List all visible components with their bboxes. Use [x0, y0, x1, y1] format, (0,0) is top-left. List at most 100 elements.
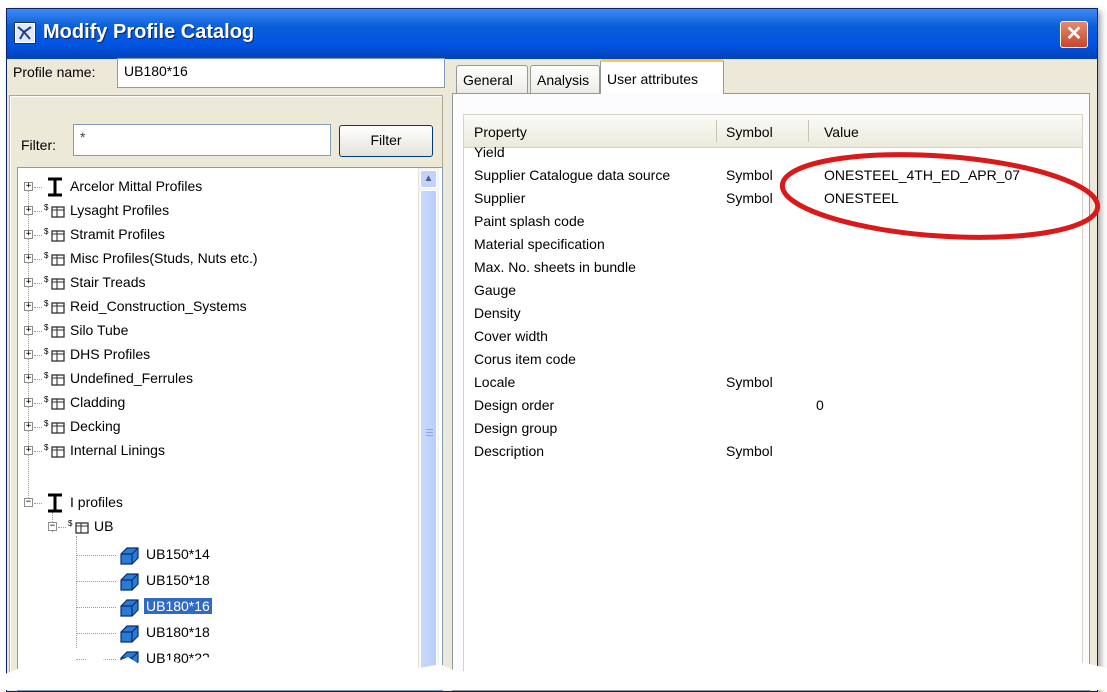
expand-icon[interactable]: + [24, 326, 33, 335]
attr-value[interactable]: 0 [816, 394, 824, 417]
expand-icon[interactable]: + [24, 230, 33, 239]
attr-property[interactable]: Locale [474, 371, 515, 394]
expand-icon[interactable]: + [24, 350, 33, 359]
attr-property[interactable]: Supplier Catalogue data source [474, 164, 670, 187]
tree-node-ub150-18[interactable]: UB150*18 [18, 570, 418, 594]
attr-property[interactable]: Design order [474, 394, 554, 417]
attr-property[interactable]: Supplier [474, 187, 525, 210]
tree-node-label: UB180*18 [146, 624, 210, 640]
folder-icon: $ [44, 251, 65, 266]
tree-node-misc-profiles[interactable]: + $ Misc Profiles(Studs, Nuts etc.) [18, 248, 418, 272]
tree-node-arcelor-mittal-profiles[interactable]: + Arcelor Mittal Profiles [18, 176, 418, 200]
attr-symbol[interactable]: Symbol [726, 164, 773, 187]
profile-block-icon [120, 573, 139, 591]
tree-node-i-profiles[interactable]: − I profiles [18, 492, 418, 516]
tree-node-label: Cladding [70, 394, 126, 410]
attr-property[interactable]: Max. No. sheets in bundle [474, 256, 636, 279]
attr-property[interactable]: Corus item code [474, 348, 576, 371]
tree-node-decking[interactable]: + $ Decking [18, 416, 418, 440]
expand-icon[interactable]: + [24, 254, 33, 263]
tree-node-stair-treads[interactable]: + $ Stair Treads [18, 272, 418, 296]
tree-scrollbar[interactable]: ▲ [418, 168, 439, 690]
expand-icon[interactable]: + [24, 278, 33, 287]
profile-block-icon [120, 651, 139, 669]
folder-icon: $ [44, 443, 65, 458]
tree-node-reid-construction-systems[interactable]: + $ Reid_Construction_Systems [18, 296, 418, 320]
folder-icon: $ [44, 347, 65, 362]
svg-text:$: $ [44, 323, 49, 332]
svg-text:$: $ [44, 227, 49, 236]
collapse-icon[interactable]: − [24, 498, 33, 507]
filter-label: Filter: [21, 137, 56, 153]
filter-input[interactable]: * [73, 124, 331, 156]
filter-button[interactable]: Filter [339, 125, 433, 157]
tree-node-lysaght-profiles[interactable]: + $ Lysaght Profiles [18, 200, 418, 224]
attr-property[interactable]: Material specification [474, 233, 605, 256]
attr-property[interactable]: Yield [474, 141, 505, 164]
attr-value[interactable]: ONESTEEL [824, 187, 899, 210]
attr-property[interactable]: Design group [474, 417, 557, 440]
i-beam-icon [48, 493, 62, 513]
attributes-grid[interactable]: Property Symbol Value Yield Supplier Cat… [463, 114, 1083, 690]
tree-node-internal-linings[interactable]: + $ Internal Linings [18, 440, 418, 464]
svg-text:$: $ [44, 347, 49, 356]
tree-node-cladding[interactable]: + $ Cladding [18, 392, 418, 416]
attr-property[interactable]: Paint splash code [474, 210, 585, 233]
expand-icon[interactable]: + [24, 398, 33, 407]
svg-text:$: $ [44, 275, 49, 284]
attr-symbol[interactable]: Symbol [726, 440, 773, 463]
modify-profile-catalog-window: Modify Profile Catalog ✕ Profile name: U… [6, 8, 1098, 692]
tab-general[interactable]: General [456, 65, 528, 93]
tab-panel: General Analysis User attributes Propert… [452, 59, 1092, 691]
expand-icon[interactable]: + [24, 302, 33, 311]
tree-node-silo-tube[interactable]: + $ Silo Tube [18, 320, 418, 344]
tab-analysis[interactable]: Analysis [530, 65, 600, 93]
scroll-thumb[interactable] [420, 190, 437, 690]
tree-node-ub150-14[interactable]: UB150*14 [18, 544, 418, 568]
svg-text:$: $ [44, 371, 49, 380]
attr-property[interactable]: Description [474, 440, 544, 463]
tree-node-undefined-ferrules[interactable]: + $ Undefined_Ferrules [18, 368, 418, 392]
title-bar[interactable]: Modify Profile Catalog ✕ [7, 9, 1097, 59]
expand-icon[interactable]: + [24, 206, 33, 215]
tree-node-label: Stramit Profiles [70, 226, 165, 242]
expand-icon[interactable]: + [24, 182, 33, 191]
attr-property[interactable]: Gauge [474, 279, 516, 302]
profile-block-icon [120, 625, 139, 643]
close-button[interactable]: ✕ [1060, 21, 1088, 48]
tree-node-label: Internal Linings [70, 442, 165, 458]
folder-icon: $ [44, 227, 65, 242]
tree-node-ub180-16[interactable]: UB180*16 [18, 596, 418, 620]
tab-user-attributes[interactable]: User attributes [600, 59, 724, 94]
expand-icon[interactable]: + [24, 446, 33, 455]
svg-text:$: $ [44, 251, 49, 260]
tree-node-label: DHS Profiles [70, 346, 151, 362]
profile-name-field[interactable]: UB180*16 [117, 58, 445, 88]
scroll-up-arrow-icon[interactable]: ▲ [420, 170, 437, 188]
expand-icon[interactable]: + [24, 374, 33, 383]
attr-value[interactable]: ONESTEEL_4TH_ED_APR_07 [824, 164, 1020, 187]
expand-icon[interactable]: + [24, 422, 33, 431]
tree-node-ub180-18[interactable]: UB180*18 [18, 622, 418, 646]
tree-node-dhs-profiles[interactable]: + $ DHS Profiles [18, 344, 418, 368]
window-title: Modify Profile Catalog [43, 21, 255, 43]
svg-text:$: $ [44, 203, 49, 212]
folder-icon: $ [44, 371, 65, 386]
attr-property[interactable]: Density [474, 302, 521, 325]
tree-node-label: UB [94, 518, 114, 534]
tree-node-ub[interactable]: − $ UB [18, 516, 418, 540]
i-beam-icon [48, 177, 62, 197]
column-header-property[interactable]: Property [474, 124, 527, 140]
profile-tree[interactable]: + Arcelor Mittal Profiles + $ Lysaght Pr… [17, 167, 443, 691]
attr-symbol[interactable]: Symbol [726, 371, 773, 394]
attr-property[interactable]: Cover width [474, 325, 548, 348]
close-icon: ✕ [1065, 23, 1083, 45]
profile-block-icon [120, 547, 139, 565]
attr-symbol[interactable]: Symbol [726, 187, 773, 210]
tree-node-label: I profiles [70, 494, 123, 510]
tree-node-ub180-22[interactable]: UB180*22 [18, 648, 418, 672]
column-header-value[interactable]: Value [824, 124, 859, 140]
column-header-symbol[interactable]: Symbol [726, 124, 773, 140]
collapse-icon[interactable]: − [48, 522, 57, 531]
tree-node-stramit-profiles[interactable]: + $ Stramit Profiles [18, 224, 418, 248]
